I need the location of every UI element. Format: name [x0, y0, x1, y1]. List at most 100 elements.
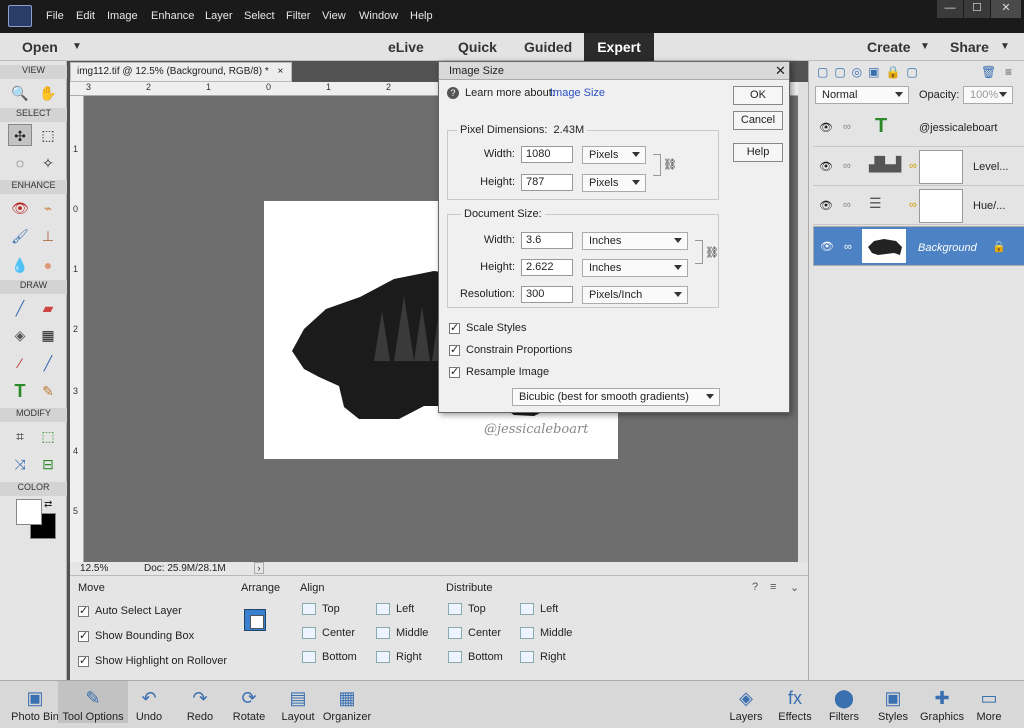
panel-menu-icon[interactable]: ≡	[1005, 65, 1012, 79]
cancel-button[interactable]: Cancel	[733, 111, 783, 130]
tab-guided[interactable]: Guided	[524, 39, 572, 55]
height-pixels-unit-select[interactable]: Pixels	[582, 174, 646, 192]
eraser-tool-icon[interactable]: ▰	[36, 297, 60, 319]
close-window-button[interactable]: ✕	[991, 0, 1021, 18]
blend-mode-select[interactable]: Normal	[815, 86, 909, 104]
menu-window[interactable]: Window	[359, 10, 398, 22]
menu-filter[interactable]: Filter	[286, 10, 310, 22]
dialog-close-icon[interactable]: ✕	[775, 63, 786, 79]
align-left-button[interactable]: Left	[376, 603, 414, 616]
resample-image-checkbox[interactable]: Resample Image	[449, 365, 549, 378]
gradient-tool-icon[interactable]: ▦	[36, 324, 60, 346]
resample-method-select[interactable]: Bicubic (best for smooth gradients)	[512, 388, 720, 406]
marquee-tool-icon[interactable]: ⬚	[36, 124, 60, 146]
learn-more-link[interactable]: Image Size	[550, 87, 605, 99]
share-dropdown-icon[interactable]: ▼	[1000, 41, 1010, 52]
sponge-tool-icon[interactable]: ●	[36, 254, 60, 276]
width-pixels-unit-select[interactable]: Pixels	[582, 146, 646, 164]
create-button[interactable]: Create	[867, 39, 911, 55]
document-tab[interactable]: img112.tif @ 12.5% (Background, RGB/8) *…	[70, 62, 292, 82]
menu-file[interactable]: File	[46, 10, 64, 22]
pencil-tool-icon[interactable]: ✎	[36, 380, 60, 402]
options-menu-icon[interactable]: ≡	[770, 581, 776, 593]
tab-elive[interactable]: eLive	[388, 39, 424, 55]
lock-icon[interactable]: 🔒	[992, 239, 1006, 255]
layer-levels[interactable]: 👁 ∞ ▟▙▟ ∞ Level...	[813, 148, 1024, 186]
help-button[interactable]: Help	[733, 143, 783, 162]
swap-colors-icon[interactable]: ⇄	[44, 499, 52, 510]
help-icon[interactable]: ?	[752, 581, 758, 593]
foreground-color-front[interactable]	[16, 499, 42, 525]
smart-brush-icon[interactable]: 🖌	[8, 225, 32, 247]
visibility-eye-icon[interactable]: 👁	[819, 160, 833, 173]
share-button[interactable]: Share	[950, 39, 989, 55]
align-bottom-button[interactable]: Bottom	[302, 651, 357, 664]
clone-stamp-icon[interactable]: ⊥	[36, 225, 60, 247]
highlight-checkbox[interactable]: Show Highlight on Rollover	[78, 654, 227, 667]
menu-select[interactable]: Select	[244, 10, 275, 22]
hand-tool-icon[interactable]: ✋	[36, 82, 60, 104]
menu-image[interactable]: Image	[107, 10, 138, 22]
layer-background[interactable]: 👁 ∞ Background 🔒	[813, 226, 1024, 266]
healing-brush-icon[interactable]: ⌁	[36, 197, 60, 219]
line-tool-icon[interactable]: ╱	[36, 352, 60, 374]
menu-edit[interactable]: Edit	[76, 10, 95, 22]
layer-text[interactable]: 👁 ∞ T @jessicaleboart	[813, 109, 1024, 147]
align-right-button[interactable]: Right	[376, 651, 422, 664]
magic-wand-icon[interactable]: ✧	[36, 152, 60, 174]
constrain-proportions-checkbox[interactable]: Constrain Proportions	[449, 343, 572, 356]
more-button[interactable]: ▭ More	[954, 681, 1024, 723]
distribute-middle-button[interactable]: Middle	[520, 627, 572, 640]
doc-width-input[interactable]: 3.6	[521, 232, 573, 249]
minimize-button[interactable]: —	[937, 0, 963, 18]
lasso-tool-icon[interactable]: ◌	[8, 152, 32, 174]
move-tool-icon[interactable]: ✣	[8, 124, 32, 146]
create-dropdown-icon[interactable]: ▼	[920, 41, 930, 52]
visibility-eye-icon[interactable]: 👁	[820, 239, 834, 255]
straighten-tool-icon[interactable]: ⊟	[36, 453, 60, 475]
organizer-button[interactable]: ▦ Organizer	[312, 681, 382, 723]
width-pixels-input[interactable]: 1080	[521, 146, 573, 163]
resolution-unit-select[interactable]: Pixels/Inch	[582, 286, 688, 304]
doc-width-unit-select[interactable]: Inches	[582, 232, 688, 250]
layer-toolbar-icons[interactable]: ▢▢◎▣🔒▢	[817, 65, 924, 79]
vertical-scrollbar[interactable]	[798, 82, 808, 562]
ok-button[interactable]: OK	[733, 86, 783, 105]
menu-enhance[interactable]: Enhance	[151, 10, 194, 22]
crop-tool-icon[interactable]: ⌗	[8, 425, 32, 447]
zoom-level[interactable]: 12.5%	[80, 563, 108, 574]
scale-styles-checkbox[interactable]: Scale Styles	[449, 321, 527, 334]
align-top-button[interactable]: Top	[302, 603, 340, 616]
tab-expert[interactable]: Expert	[584, 33, 654, 61]
close-document-icon[interactable]: ×	[278, 66, 284, 77]
collapse-icon[interactable]: ⌄	[790, 581, 799, 594]
visibility-eye-icon[interactable]: 👁	[819, 199, 833, 212]
distribute-center-button[interactable]: Center	[448, 627, 501, 640]
menu-help[interactable]: Help	[410, 10, 433, 22]
distribute-bottom-button[interactable]: Bottom	[448, 651, 503, 664]
type-tool-icon[interactable]: T	[8, 380, 32, 402]
resolution-input[interactable]: 300	[521, 286, 573, 303]
maximize-button[interactable]: ☐	[964, 0, 990, 18]
paint-bucket-icon[interactable]: ◈	[8, 324, 32, 346]
doc-height-input[interactable]: 2.622	[521, 259, 573, 276]
menu-layer[interactable]: Layer	[205, 10, 233, 22]
content-move-icon[interactable]: ⤨	[8, 453, 32, 475]
layer-hue[interactable]: 👁 ∞ ☰ ∞ Hue/...	[813, 187, 1024, 225]
brush-tool-icon[interactable]: ╱	[8, 297, 32, 319]
align-center-button[interactable]: Center	[302, 627, 355, 640]
open-dropdown-icon[interactable]: ▼	[72, 41, 82, 52]
distribute-right-button[interactable]: Right	[520, 651, 566, 664]
distribute-left-button[interactable]: Left	[520, 603, 558, 616]
open-button[interactable]: Open	[22, 39, 58, 55]
bounding-box-checkbox[interactable]: Show Bounding Box	[78, 629, 194, 642]
recompose-tool-icon[interactable]: ⬚	[36, 425, 60, 447]
arrange-icon[interactable]	[244, 609, 266, 631]
delete-layer-icon[interactable]: 🗑	[981, 65, 996, 79]
visibility-eye-icon[interactable]: 👁	[819, 121, 833, 134]
tab-quick[interactable]: Quick	[458, 39, 497, 55]
align-middle-button[interactable]: Middle	[376, 627, 428, 640]
distribute-top-button[interactable]: Top	[448, 603, 486, 616]
menu-view[interactable]: View	[322, 10, 346, 22]
doc-height-unit-select[interactable]: Inches	[582, 259, 688, 277]
